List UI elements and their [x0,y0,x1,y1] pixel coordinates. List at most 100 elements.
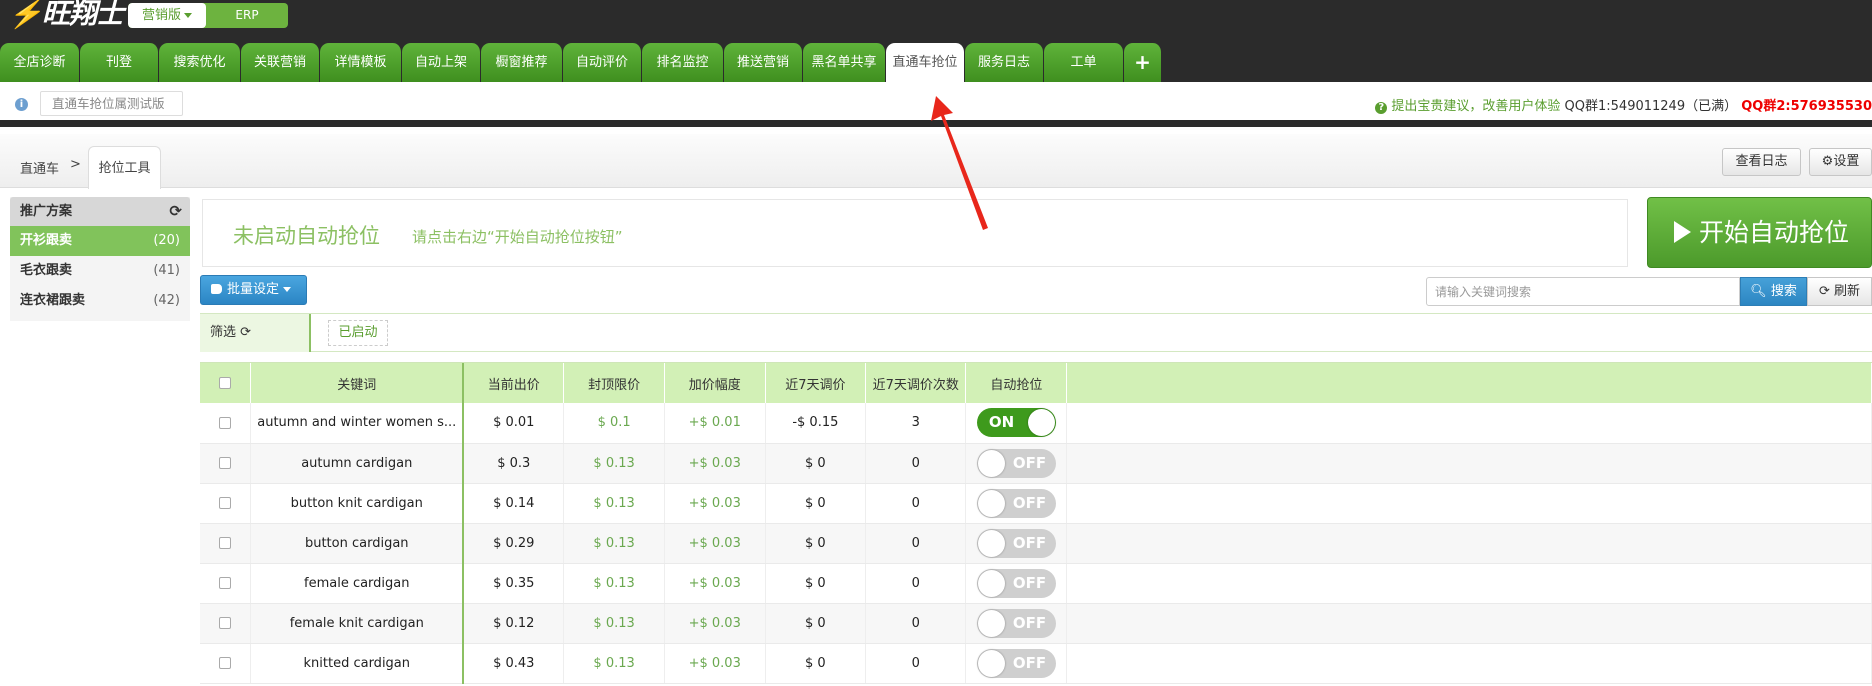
row-select-cell [200,563,252,604]
auto-grab-toggle[interactable]: ON [976,408,1056,438]
cell-filler [1066,403,1872,444]
filter-chip-enabled[interactable]: 已启动 [328,320,388,346]
table-row: button knit cardigan $ 0.14 $ 0.13 +$ 0.03 $… [200,483,1872,524]
table-row: button cardigan $ 0.29 $ 0.13 +$ 0.03 $ 0 0 OF… [200,523,1872,564]
cell-keyword: button cardigan [250,523,465,564]
auto-grab-toggle[interactable]: OFF [976,448,1056,478]
row-checkbox[interactable] [219,457,232,469]
sidebar-item-0[interactable]: 开衫跟卖 (20) [10,226,190,256]
header-keyword[interactable]: 关键词 [250,363,465,403]
refresh-icon: ⟳ [1818,284,1830,299]
beta-notice: 直通车抢位属测试版 [40,91,183,116]
nav-tab-8[interactable]: 排名监控 [642,43,724,82]
cell-current-bid: $ 0.29 [463,523,565,564]
search-icon: 🔍︎ [1750,284,1767,299]
filter-bar: 筛选 ⟳ 已启动 [200,313,1872,352]
filter-label[interactable]: 筛选 ⟳ [200,314,311,352]
row-select-cell [200,443,252,484]
header-current-bid[interactable]: 当前出价 [463,363,565,403]
row-checkbox[interactable] [219,617,232,629]
sidebar-item-2[interactable]: 连衣裙跟卖 (42) [10,286,190,316]
start-auto-grab-button[interactable]: 开始自动抢位 [1647,197,1872,268]
select-all-header [200,363,252,403]
info-bar: i 直通车抢位属测试版 ? 提出宝贵建议，改善用户体验 QQ群1:5490112… [0,82,1872,127]
cell-7day-change: $ 0 [765,563,867,604]
select-all-checkbox[interactable] [219,377,232,389]
cell-filler [1066,483,1872,524]
auto-grab-toggle[interactable]: OFF [976,648,1056,678]
nav-tab-3[interactable]: 关联营销 [241,43,320,82]
chevron-down-icon [283,287,292,292]
row-checkbox[interactable] [219,416,232,429]
header-auto-grab[interactable]: 自动抢位 [965,363,1068,403]
cell-7day-change: $ 0 [765,603,867,644]
sidebar-item-label: 开衫跟卖 [20,233,73,248]
add-tab-button[interactable]: + [1124,43,1162,82]
table-row: autumn cardigan $ 0.3 $ 0.13 +$ 0.03 $ 0 0 OFF [200,443,1872,484]
breadcrumb-root[interactable]: 直通车 [20,158,59,177]
feedback-link[interactable]: 提出宝贵建议，改善用户体验 [1391,99,1560,114]
cell-auto-grab: OFF [965,643,1068,684]
auto-grab-toggle[interactable]: OFF [976,608,1056,638]
settings-button[interactable]: ⚙设置 [1809,148,1872,176]
header-bid-step[interactable]: 加价幅度 [664,363,766,403]
cell-auto-grab: ON [965,403,1068,444]
cell-7day-change: $ 0 [765,483,867,524]
toggle-state-label: OFF [1012,493,1047,512]
row-checkbox[interactable] [219,577,232,589]
qq-group-1: QQ群1:549011249（已满） [1564,99,1738,114]
cell-bid-step: +$ 0.03 [664,523,766,564]
feedback-area: ? 提出宝贵建议，改善用户体验 QQ群1:549011249（已满） QQ群2:… [1375,95,1872,114]
nav-tab-13[interactable]: 工单 [1044,43,1124,82]
nav-tab-7[interactable]: 自动评价 [563,43,642,82]
keyword-search-input[interactable] [1426,277,1740,306]
toggle-state-label: OFF [1012,453,1047,472]
cell-auto-grab: OFF [965,483,1068,524]
app-logo[interactable]: ⚡旺翔士 [8,0,124,30]
main-nav-tabs: 全店诊断 刊登 搜索优化 关联营销 详情模板 自动上架 橱窗推荐 自动评价 排名监控 推送营销 黑名… [0,43,1162,82]
marketing-edition-button[interactable]: 营销版 [128,3,206,28]
toggle-knob [977,489,1005,517]
nav-tab-2[interactable]: 搜索优化 [159,43,241,82]
tab-grab-tool[interactable]: 抢位工具 [88,146,161,189]
row-checkbox[interactable] [219,497,232,509]
info-icon: i [15,98,28,111]
gear-icon: ⚙ [1821,154,1834,169]
table-header-row: 关键词 当前出价 封顶限价 加价幅度 近7天调价 近7天调价次数 自动抢位 [200,363,1872,403]
search-button[interactable]: 🔍︎ 搜索 [1740,277,1807,306]
row-checkbox[interactable] [219,537,232,549]
cell-7day-change: $ 0 [765,443,867,484]
header-7day-change[interactable]: 近7天调价 [765,363,867,403]
cell-cap-price: $ 0.1 [563,403,665,444]
header-7day-count[interactable]: 近7天调价次数 [865,363,967,403]
erp-edition-button[interactable]: ERP [206,3,288,28]
cell-7day-change: -$ 0.15 [765,403,867,444]
nav-tab-6[interactable]: 橱窗推荐 [481,43,563,82]
sidebar-item-1[interactable]: 毛衣跟卖 (41) [10,256,190,286]
nav-tab-4[interactable]: 详情模板 [320,43,402,82]
batch-settings-button[interactable]: 批量设定 [200,275,307,305]
nav-tab-12[interactable]: 服务日志 [965,43,1044,82]
auto-grab-toggle[interactable]: OFF [976,488,1056,518]
nav-tab-1[interactable]: 刊登 [80,43,159,82]
nav-tab-10[interactable]: 黑名单共享 [803,43,886,82]
cell-7day-count: 0 [865,443,967,484]
cell-bid-step: +$ 0.03 [664,643,766,684]
table-row: female cardigan $ 0.35 $ 0.13 +$ 0.03 $ 0 0 OF… [200,563,1872,604]
cell-7day-count: 0 [865,483,967,524]
nav-tab-5[interactable]: 自动上架 [402,43,481,82]
cell-bid-step: +$ 0.03 [664,483,766,524]
refresh-icon[interactable]: ⟳ [169,197,182,226]
row-checkbox[interactable] [219,657,232,669]
row-select-cell [200,523,252,564]
cell-keyword: autumn cardigan [250,443,465,484]
view-log-button[interactable]: 查看日志 [1722,148,1801,176]
cell-7day-count: 3 [865,403,967,444]
nav-tab-11[interactable]: 直通车抢位 [886,43,965,82]
auto-grab-toggle[interactable]: OFF [976,568,1056,598]
nav-tab-9[interactable]: 推送营销 [724,43,803,82]
header-cap-price[interactable]: 封顶限价 [563,363,665,403]
auto-grab-toggle[interactable]: OFF [976,528,1056,558]
nav-tab-0[interactable]: 全店诊断 [0,43,80,82]
refresh-button[interactable]: ⟳ 刷新 [1807,277,1872,306]
